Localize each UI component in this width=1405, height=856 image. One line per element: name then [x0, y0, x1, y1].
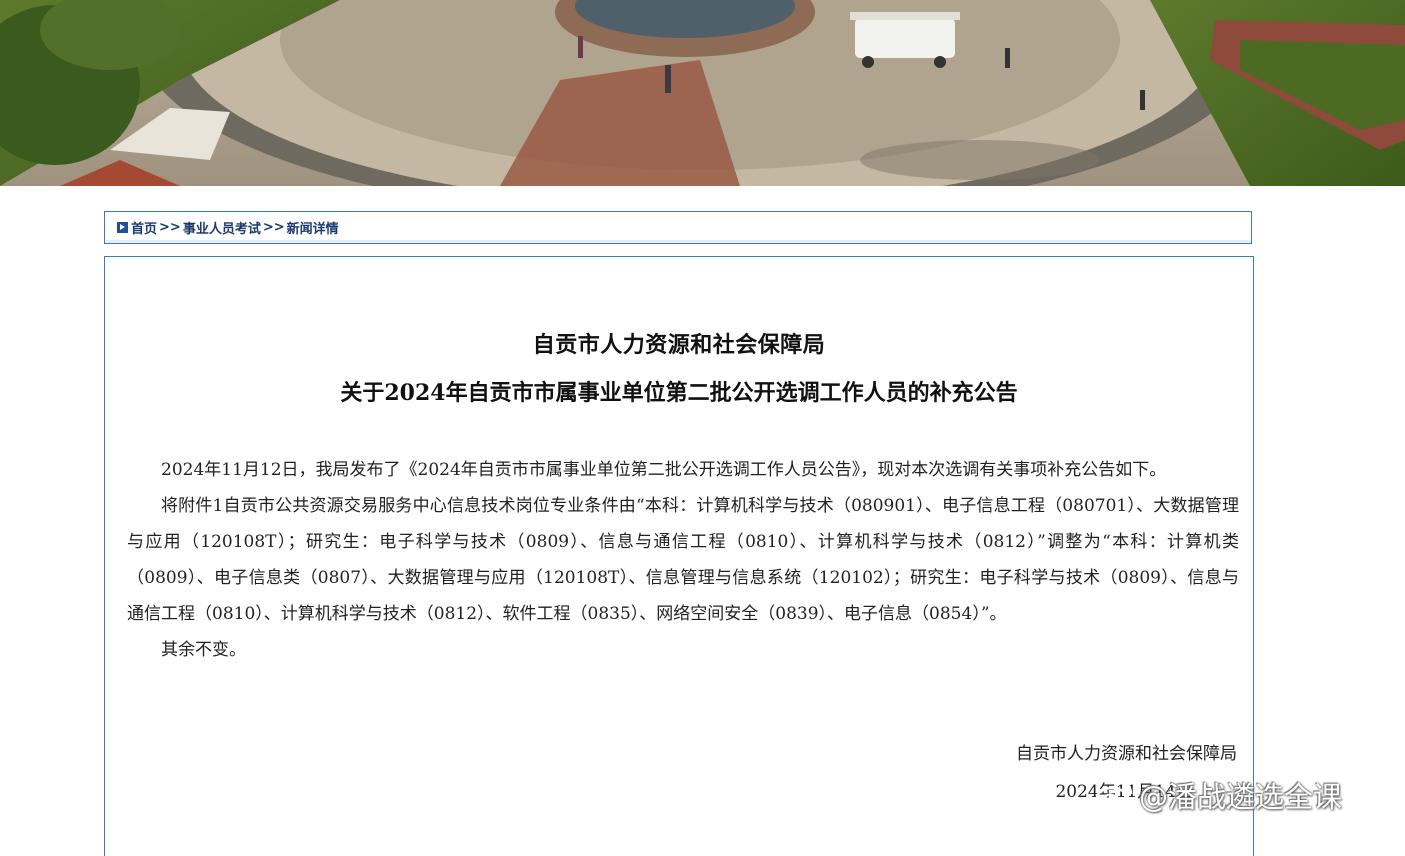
signature-organization: 自贡市人力资源和社会保障局 [1016, 744, 1237, 764]
breadcrumb-separator: >> [159, 220, 181, 235]
article-paragraph: 其余不变。 [161, 640, 246, 660]
weibo-watermark: @潘战遴选全课 [1095, 773, 1342, 817]
breadcrumb-home-link[interactable]: 首页 [131, 218, 157, 237]
article-title-org: 自贡市人力资源和社会保障局 [532, 332, 826, 358]
article-paragraph: 2024年11月12日，我局发布了《2024年自贡市市属事业单位第二批公开选调工… [161, 460, 1167, 480]
breadcrumb-separator: >> [262, 220, 285, 235]
article-panel: 自贡市人力资源和社会保障局 关于2024年自贡市市属事业单位第二批公开选调工作人… [104, 256, 1254, 856]
breadcrumb-current-page[interactable]: 新闻详情 [287, 218, 339, 237]
article-title-main: 关于2024年自贡市市属事业单位第二批公开选调工作人员的补充公告 [340, 380, 1018, 406]
watermark-text: @潘战遴选全课 [1139, 780, 1343, 814]
plaza-photo-illustration [0, 0, 1405, 186]
article-paragraph: 将附件1自贡市公共资源交易服务中心信息技术岗位专业条件由“本科：计算机科学与技术… [127, 496, 1239, 624]
breadcrumb: 首页 >> 事业人员考试 >> 新闻详情 [104, 211, 1252, 244]
article-body: 2024年11月12日，我局发布了《2024年自贡市市属事业单位第二批公开选调工… [127, 452, 1239, 668]
weibo-icon [1095, 779, 1135, 811]
header-banner-photo [0, 0, 1405, 186]
breadcrumb-exam-link[interactable]: 事业人员考试 [183, 218, 261, 237]
home-arrow-icon [117, 222, 128, 233]
